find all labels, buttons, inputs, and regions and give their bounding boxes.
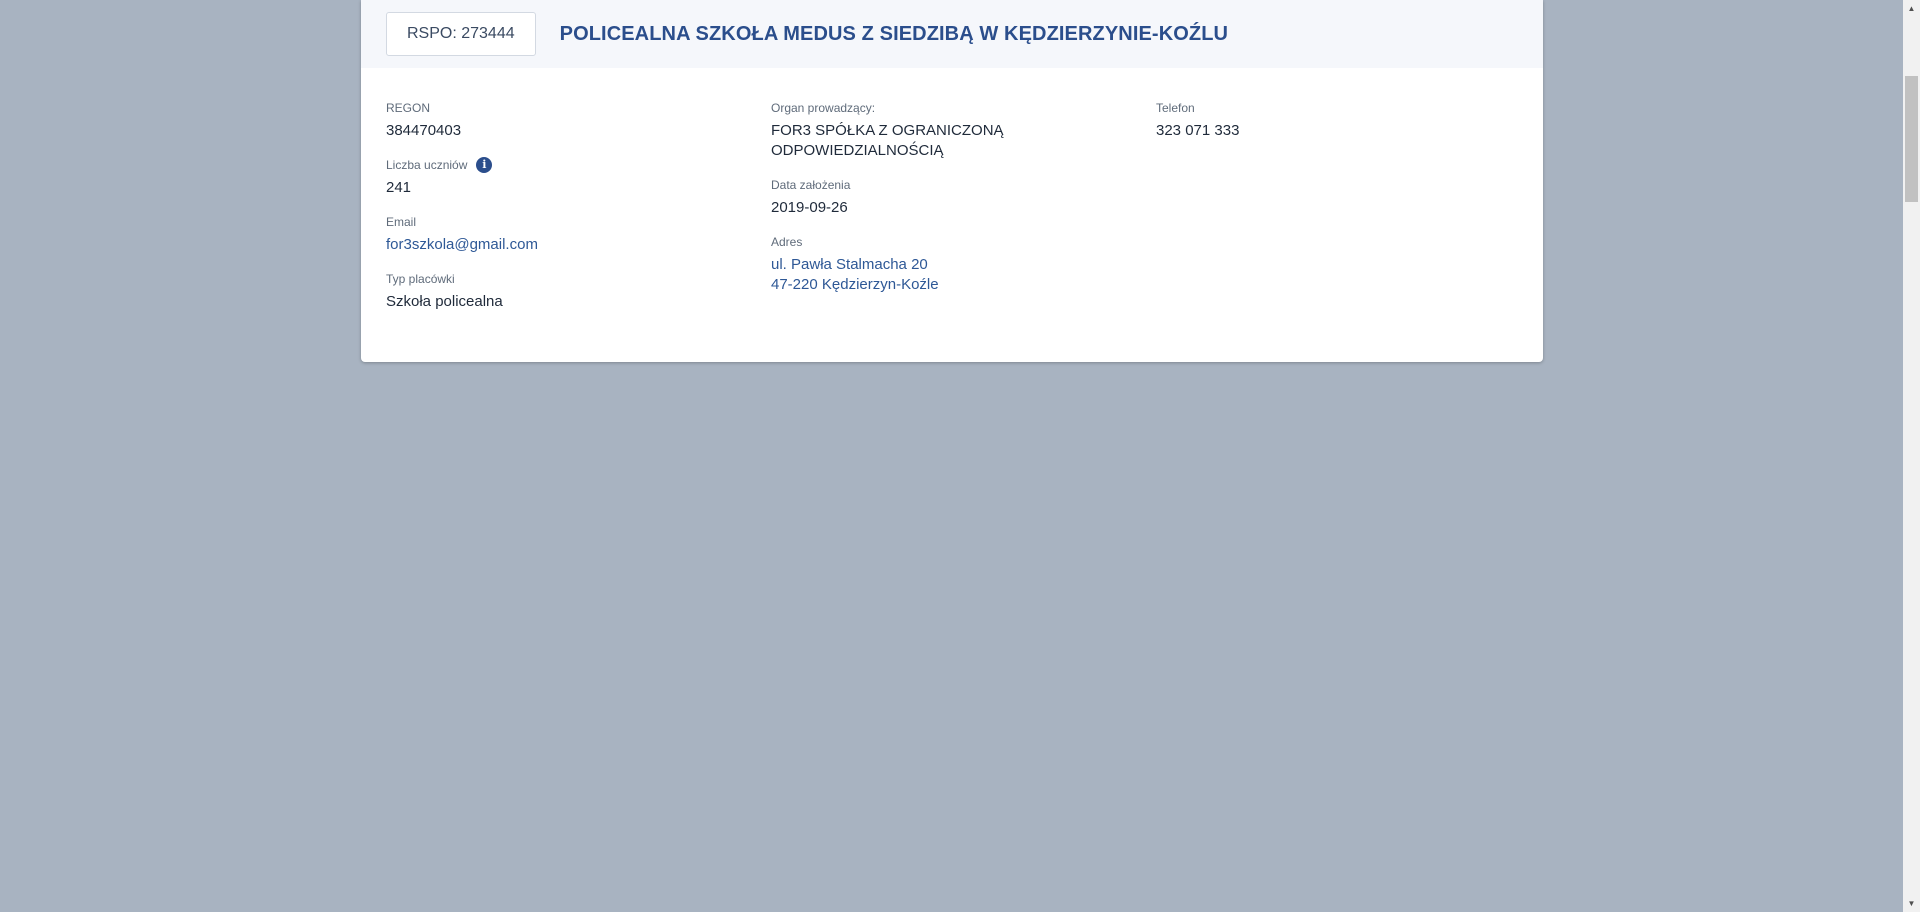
info-icon[interactable]: i	[476, 157, 493, 173]
page: RSPO: 273444 POLICEALNA SZKOŁA MEDUS Z S…	[0, 0, 1920, 912]
organ-value-line-2: ODPOWIEDZIALNOŚCIĄ	[771, 142, 944, 159]
vertical-scrollbar[interactable]: ▲ ▼	[1903, 0, 1920, 912]
type-value: Szkoła policealna	[386, 293, 503, 310]
chevron-down-icon[interactable]: ▼	[1903, 895, 1920, 912]
email-label: Email	[386, 215, 417, 229]
card-header: RSPO: 273444 POLICEALNA SZKOŁA MEDUS Z S…	[361, 0, 1543, 68]
school-card: RSPO: 273444 POLICEALNA SZKOŁA MEDUS Z S…	[361, 0, 1543, 362]
address-line-2: 47-220 Kędzierzyn-Koźle	[771, 276, 939, 293]
email-field: Email for3szkola@gmail.com	[386, 214, 746, 255]
details-column-1: REGON 384470403 Liczba uczniów i 241 Ema…	[386, 100, 746, 328]
card-body: REGON 384470403 Liczba uczniów i 241 Ema…	[361, 68, 1543, 362]
details-column-3: Telefon 323 071 333	[1156, 100, 1516, 157]
organ-field: Organ prowadzący: FOR3 SPÓŁKA Z OGRANICZ…	[771, 100, 1131, 161]
type-field: Typ placówki Szkoła policealna	[386, 271, 746, 312]
students-field: Liczba uczniów i 241	[386, 157, 746, 198]
students-label-row: Liczba uczniów i	[386, 157, 746, 173]
email-link[interactable]: for3szkola@gmail.com	[386, 235, 746, 255]
address-field: Adres ul. Pawła Stalmacha 20 47-220 Kędz…	[771, 234, 1131, 295]
school-name: POLICEALNA SZKOŁA MEDUS Z SIEDZIBĄ W KĘD…	[559, 22, 1229, 45]
organ-label: Organ prowadzący:	[771, 101, 876, 115]
scrollbar-thumb[interactable]	[1905, 76, 1918, 202]
details-column-2: Organ prowadzący: FOR3 SPÓŁKA Z OGRANICZ…	[771, 100, 1131, 311]
phone-field: Telefon 323 071 333	[1156, 100, 1516, 141]
address-link[interactable]: ul. Pawła Stalmacha 20 47-220 Kędzierzyn…	[771, 255, 1131, 295]
regon-value: 384470403	[386, 122, 462, 139]
address-line-1: ul. Pawła Stalmacha 20	[771, 256, 928, 273]
students-value: 241	[386, 179, 412, 196]
students-label: Liczba uczniów	[386, 158, 468, 172]
regon-label: REGON	[386, 101, 431, 115]
phone-value: 323 071 333	[1156, 122, 1240, 139]
organ-value: FOR3 SPÓŁKA Z OGRANICZONĄ ODPOWIEDZIALNO…	[771, 121, 1131, 161]
founded-field: Data założenia 2019-09-26	[771, 177, 1131, 218]
organ-value-line-1: FOR3 SPÓŁKA Z OGRANICZONĄ	[771, 122, 1004, 139]
type-label: Typ placówki	[386, 272, 455, 286]
regon-field: REGON 384470403	[386, 100, 746, 141]
founded-label: Data założenia	[771, 178, 851, 192]
address-label: Adres	[771, 235, 803, 249]
chevron-up-icon[interactable]: ▲	[1903, 0, 1920, 17]
rspo-badge: RSPO: 273444	[386, 12, 536, 56]
phone-label: Telefon	[1156, 101, 1195, 115]
founded-value: 2019-09-26	[771, 199, 848, 216]
